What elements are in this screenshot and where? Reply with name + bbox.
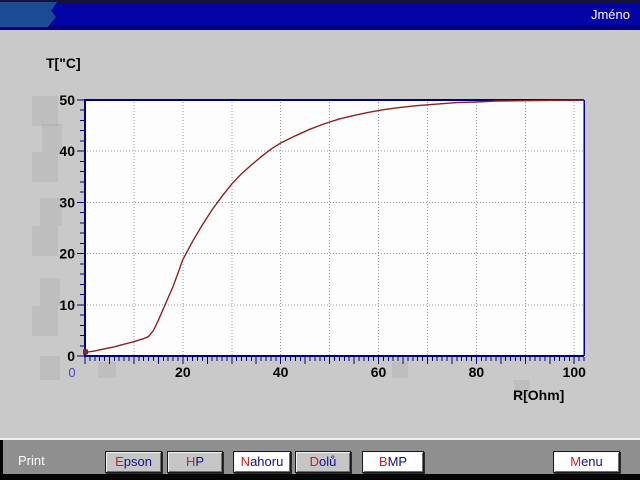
ghost-artifact <box>32 226 58 256</box>
button-hotkey: N <box>241 454 250 469</box>
chart-plot-area <box>85 100 585 356</box>
svg-text:20: 20 <box>59 246 75 262</box>
title-bar <box>0 0 640 30</box>
footer-bottom-strip <box>0 474 640 480</box>
ghost-artifact <box>40 356 60 380</box>
button-label: MP <box>388 454 408 469</box>
svg-text:10: 10 <box>59 297 75 313</box>
ghost-artifact <box>40 198 62 226</box>
button-label: ahoru <box>250 454 283 469</box>
svg-text:T["C]: T["C] <box>46 55 81 71</box>
ghost-artifact <box>40 278 60 306</box>
ghost-artifact <box>32 96 58 126</box>
menu-button[interactable]: Menu <box>553 451 620 473</box>
svg-text:100: 100 <box>563 364 587 380</box>
button-label: enu <box>581 454 603 469</box>
svg-text:50: 50 <box>59 92 75 108</box>
button-label: P <box>195 454 204 469</box>
ghost-artifact <box>42 124 62 152</box>
ghost-artifact <box>98 362 116 378</box>
dolu-button[interactable]: Dolů <box>295 451 351 473</box>
button-label: olů <box>319 454 336 469</box>
button-hotkey: D <box>310 454 319 469</box>
epson-button[interactable]: Epson <box>105 451 162 473</box>
svg-text:20: 20 <box>175 364 191 380</box>
svg-text:80: 80 <box>469 364 485 380</box>
ghost-artifact <box>32 152 58 182</box>
button-hotkey: B <box>379 454 388 469</box>
button-hotkey: H <box>186 454 195 469</box>
svg-text:60: 60 <box>371 364 387 380</box>
window-title: Jméno <box>591 7 630 22</box>
bmp-button[interactable]: BMP <box>362 451 424 473</box>
ghost-artifact <box>514 380 530 398</box>
nahoru-button[interactable]: Nahoru <box>233 451 291 473</box>
button-hotkey: E <box>115 454 124 469</box>
title-logo-artifact <box>0 2 57 27</box>
svg-text:0: 0 <box>68 365 75 380</box>
app-screen: Jméno 02040608010001020304050T["C]R[Ohm]… <box>0 0 640 480</box>
print-label: Print <box>18 453 45 468</box>
svg-text:0: 0 <box>67 348 75 364</box>
button-hotkey: M <box>570 454 581 469</box>
footer-left-edge <box>0 440 3 480</box>
ghost-artifact <box>32 306 58 336</box>
svg-text:40: 40 <box>273 364 289 380</box>
button-label: pson <box>124 454 152 469</box>
hp-button[interactable]: HP <box>167 451 223 473</box>
ghost-artifact <box>392 362 408 378</box>
